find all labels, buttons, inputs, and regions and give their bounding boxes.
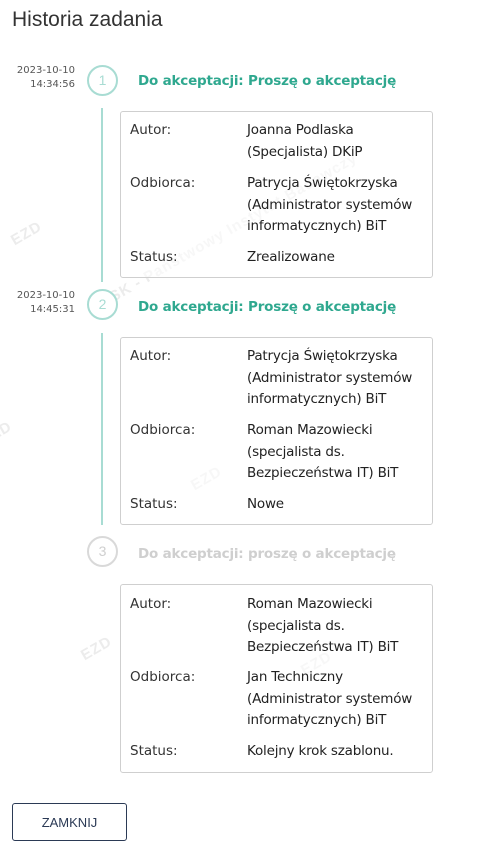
watermark-logo: EZD [77,632,116,665]
page-title: Historia zadania [12,8,163,31]
step-1-circle: 1 [87,65,118,96]
step-1-title: Do akceptacji: Proszę o akceptację [138,73,397,89]
author-label: Autor: [130,596,172,612]
step-3-details-card: Autor: Roman Mazowiecki (specjalista ds.… [120,584,433,773]
step-1-timestamp: 2023-10-10 14:34:56 [0,64,75,92]
author-value: Roman Mazowiecki (specjalista ds. Bezpie… [247,596,399,655]
author-value: Patrycja Świętokrzyska (Administrator sy… [247,348,413,407]
step-1-connector [101,108,103,282]
author-value: Joanna Podlaska (Specjalista) DKiP [247,122,363,160]
recipient-value: Jan Techniczny (Administrator systemów i… [247,669,413,728]
recipient-label: Odbiorca: [130,669,196,685]
status-value: Nowe [247,496,284,512]
status-label: Status: [130,249,178,265]
step-1-date: 2023-10-10 [16,65,75,76]
step-3-title: Do akceptacji: proszę o akceptację [138,546,396,562]
status-value: Zrealizowane [247,249,335,265]
recipient-label: Odbiorca: [130,422,196,438]
watermark-logo: EZD [0,417,16,450]
author-label: Autor: [130,122,172,138]
recipient-value: Roman Mazowiecki (specjalista ds. Bezpie… [247,422,399,481]
close-button[interactable]: ZAMKNIJ [12,803,127,841]
step-2-details-card: Autor: Patrycja Świętokrzyska (Administr… [120,337,433,525]
recipient-value: Patrycja Świętokrzyska (Administrator sy… [247,175,413,234]
step-2-date: 2023-10-10 [16,290,75,301]
step-3-circle: 3 [87,536,118,567]
step-2-time: 14:45:31 [30,304,75,315]
step-2-title: Do akceptacji: Proszę o akceptację [138,299,397,315]
step-1-details-card: Autor: Joanna Podlaska (Specjalista) DKi… [120,111,433,278]
step-1-time: 14:34:56 [30,79,75,90]
step-2-connector [101,333,103,525]
recipient-label: Odbiorca: [130,175,196,191]
step-2-circle: 2 [87,289,118,320]
step-2-timestamp: 2023-10-10 14:45:31 [0,289,75,317]
status-label: Status: [130,743,178,759]
author-label: Autor: [130,348,172,364]
status-value: Kolejny krok szablonu. [247,743,394,759]
watermark-logo: EZD [7,217,46,250]
status-label: Status: [130,496,178,512]
